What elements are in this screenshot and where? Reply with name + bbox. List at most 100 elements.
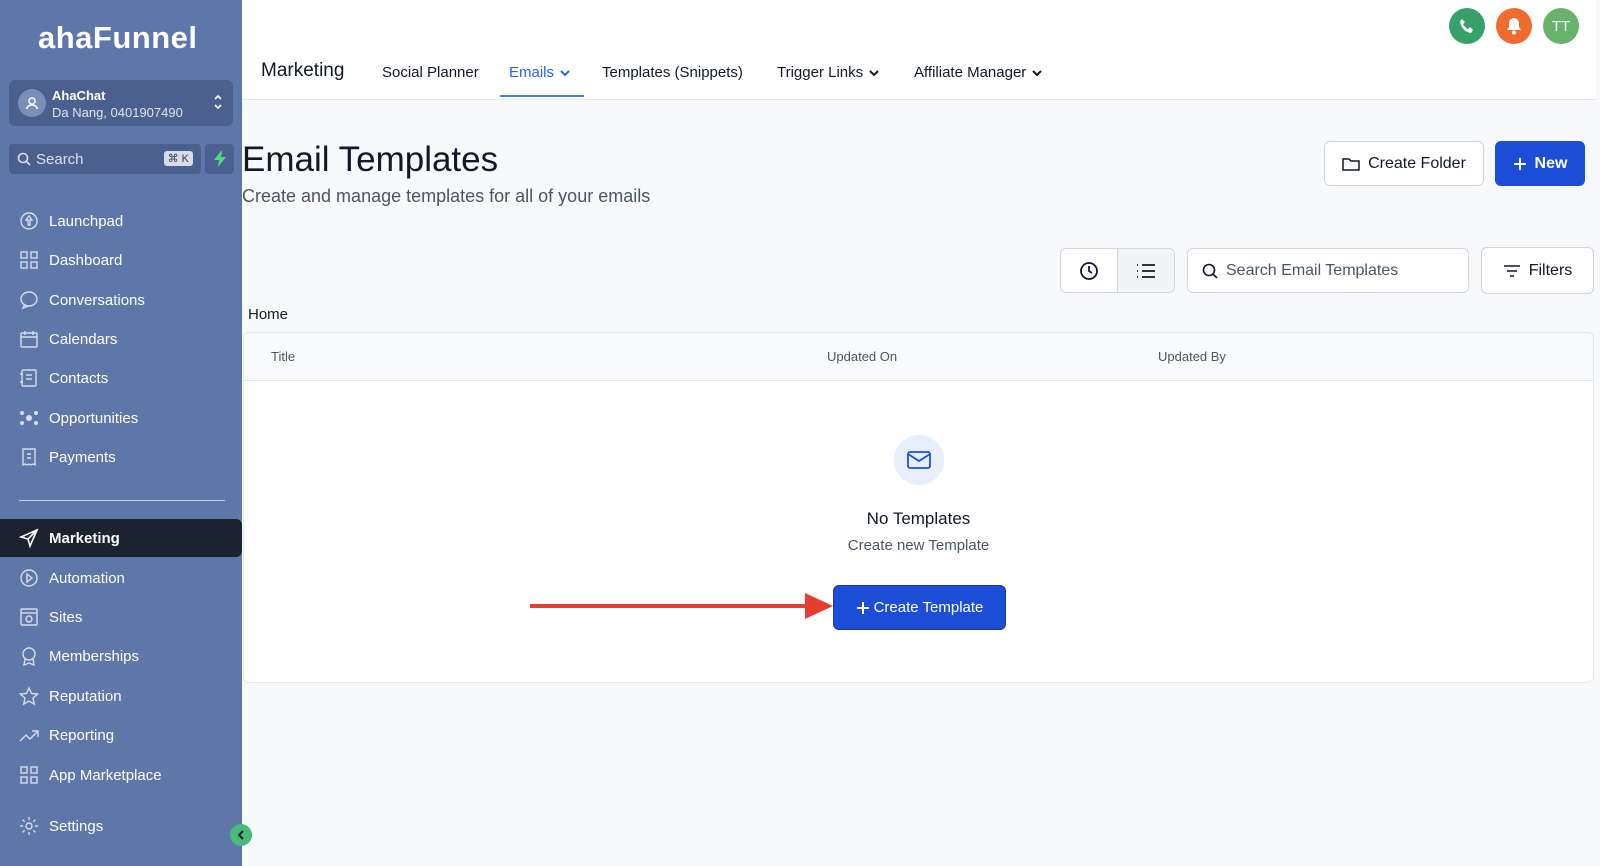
contacts-icon — [20, 369, 37, 387]
quick-actions-button[interactable] — [205, 144, 234, 174]
brand-logo[interactable]: ahaFunnel — [38, 20, 198, 56]
chat-icon — [20, 291, 38, 310]
sidebar-item-reputation[interactable]: Reputation — [0, 677, 242, 715]
breadcrumb[interactable]: Home — [248, 306, 288, 323]
phone-icon — [1460, 19, 1473, 33]
sidebar-item-sites[interactable]: Sites — [0, 598, 242, 636]
chevron-left-icon — [237, 830, 244, 840]
tab-label: Social Planner — [382, 64, 479, 81]
tab-label: Affiliate Manager — [914, 64, 1027, 81]
sidebar-item-reporting[interactable]: Reporting — [0, 716, 242, 754]
rocket-icon — [20, 212, 38, 230]
filters-button[interactable]: Filters — [1481, 247, 1594, 294]
badge-icon — [22, 647, 36, 666]
send-icon — [19, 528, 39, 548]
network-icon — [20, 411, 38, 425]
chevron-updown-icon — [213, 92, 223, 117]
column-updated-by[interactable]: Updated By — [1158, 349, 1226, 364]
sidebar-item-label: Sites — [49, 608, 83, 626]
sidebar-item-conversations[interactable]: Conversations — [0, 281, 242, 319]
sidebar-item-memberships[interactable]: Memberships — [0, 637, 242, 675]
automation-icon — [20, 569, 38, 587]
sidebar-item-calendars[interactable]: Calendars — [0, 320, 242, 358]
sidebar-item-automation[interactable]: Automation — [0, 559, 242, 597]
trend-icon — [19, 730, 39, 742]
tab-templates-snippets[interactable]: Templates (Snippets) — [602, 64, 743, 81]
bell-icon — [1507, 18, 1521, 35]
tab-emails[interactable]: Emails — [509, 64, 570, 81]
sidebar-item-label: Payments — [49, 448, 116, 466]
calendar-icon — [20, 331, 38, 348]
list-view-button[interactable] — [1117, 249, 1174, 292]
collapse-sidebar-button[interactable] — [230, 824, 252, 846]
tab-label: Emails — [509, 64, 555, 81]
sidebar-item-label: App Marketplace — [49, 766, 162, 784]
filter-icon — [1503, 264, 1520, 277]
tab-label: Trigger Links — [777, 64, 864, 81]
chevron-down-icon — [560, 69, 570, 76]
search-icon — [1202, 263, 1218, 279]
sidebar-item-app-marketplace[interactable]: App Marketplace — [0, 756, 242, 794]
mail-icon — [894, 435, 944, 485]
sidebar-item-opportunities[interactable]: Opportunities — [0, 399, 242, 437]
column-title[interactable]: Title — [271, 349, 295, 364]
new-button[interactable]: New — [1495, 141, 1585, 186]
account-switcher[interactable]: AhaChat Da Nang, 0401907490 — [9, 80, 233, 126]
annotation-arrow-icon — [530, 593, 833, 619]
sidebar-item-dashboard[interactable]: Dashboard — [0, 241, 242, 279]
section-title: Marketing — [261, 60, 345, 81]
sidebar-item-label: Memberships — [49, 647, 140, 665]
user-avatar[interactable]: TT — [1543, 8, 1579, 44]
create-folder-button[interactable]: Create Folder — [1324, 141, 1484, 186]
sidebar-item-contacts[interactable]: Contacts — [0, 359, 242, 397]
sidebar-item-label: Marketing — [49, 529, 120, 547]
create-template-label: Create Template — [873, 599, 984, 616]
view-toggle — [1060, 248, 1175, 293]
sidebar: ahaFunnel AhaChat Da Nang, 0401907490 Se… — [0, 0, 242, 866]
search-shortcut: ⌘ K — [163, 151, 193, 166]
table-header: Title Updated On Updated By — [244, 333, 1593, 381]
sidebar-item-label: Launchpad — [49, 212, 124, 230]
chevron-down-icon — [1032, 69, 1043, 76]
sidebar-item-label: Automation — [49, 569, 125, 587]
plus-icon — [856, 601, 869, 614]
notifications-button[interactable] — [1496, 8, 1532, 44]
list-icon — [1137, 263, 1155, 278]
filters-label: Filters — [1528, 261, 1573, 279]
search-placeholder: Search Email Templates — [1226, 261, 1399, 279]
sidebar-item-launchpad[interactable]: Launchpad — [0, 202, 242, 240]
templates-table: Title Updated On Updated By No Templates… — [243, 332, 1594, 683]
sidebar-item-payments[interactable]: Payments — [0, 438, 242, 476]
sidebar-item-label: Reporting — [49, 726, 115, 744]
empty-state-title: No Templates — [866, 509, 971, 528]
tab-trigger-links[interactable]: Trigger Links — [777, 64, 879, 81]
recent-view-button[interactable] — [1061, 249, 1117, 292]
search-icon — [17, 152, 31, 171]
template-search-input[interactable]: Search Email Templates — [1187, 248, 1469, 293]
sidebar-item-label: Conversations — [49, 291, 145, 309]
gear-icon — [20, 817, 38, 835]
sidebar-item-label: Contacts — [49, 369, 109, 387]
account-detail: Da Nang, 0401907490 — [52, 105, 183, 120]
apps-icon — [20, 766, 38, 784]
sidebar-search[interactable]: Search ⌘ K — [9, 144, 201, 174]
star-icon — [19, 686, 39, 706]
chevron-down-icon — [869, 69, 879, 76]
new-label: New — [1534, 154, 1568, 172]
sidebar-item-settings[interactable]: Settings — [0, 807, 242, 845]
clock-icon — [1080, 261, 1098, 280]
sidebar-item-label: Settings — [49, 817, 104, 835]
create-template-button[interactable]: Create Template — [833, 585, 1006, 630]
top-navigation: Marketing Social Planner Emails Template… — [242, 0, 1596, 100]
tab-social-planner[interactable]: Social Planner — [382, 64, 479, 81]
tab-affiliate-manager[interactable]: Affiliate Manager — [914, 64, 1043, 81]
empty-state-subtitle: Create new Template — [847, 537, 990, 554]
page-title: Email Templates — [242, 140, 499, 179]
column-updated-on[interactable]: Updated On — [827, 349, 897, 364]
grid-icon — [20, 251, 38, 269]
account-name: AhaChat — [52, 88, 106, 103]
phone-button[interactable] — [1449, 8, 1485, 44]
sidebar-item-label: Dashboard — [49, 251, 123, 269]
sidebar-item-marketing[interactable]: Marketing — [0, 519, 242, 557]
tab-label: Templates (Snippets) — [602, 64, 743, 81]
